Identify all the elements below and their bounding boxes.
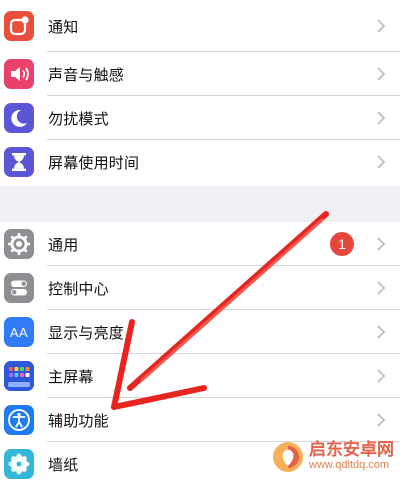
watermark-logo-icon: [273, 442, 303, 472]
gear-icon: [4, 229, 34, 259]
chevron-right-icon: [377, 19, 386, 33]
settings-row-control-center[interactable]: 控制中心: [0, 266, 400, 310]
home-screen-icon: [4, 361, 34, 391]
moon-icon: [4, 103, 34, 133]
notification-badge: 1: [330, 232, 354, 256]
chevron-right-icon: [377, 325, 386, 339]
chevron-right-icon: [377, 111, 386, 125]
settings-row-label: 通知: [48, 17, 79, 36]
settings-row-label: 显示与亮度: [48, 323, 125, 342]
settings-screen: 通知 声音与触感 勿扰模式 屏幕使用时间 通用 1 控制中心 AA 显示与亮度 …: [0, 0, 400, 480]
settings-group-notifications: 通知 声音与触感 勿扰模式 屏幕使用时间: [0, 0, 400, 186]
settings-row-label: 墙纸: [48, 455, 79, 474]
settings-row-label: 屏幕使用时间: [48, 153, 140, 172]
chevron-right-icon: [377, 67, 386, 81]
settings-row-home-screen[interactable]: 主屏幕: [0, 354, 400, 398]
toggles-icon: [4, 273, 34, 303]
chevron-right-icon: [377, 281, 386, 295]
hourglass-icon: [4, 147, 34, 177]
display-icon-text: AA: [9, 324, 29, 340]
settings-row-label: 控制中心: [48, 279, 109, 298]
settings-row-screen-time[interactable]: 屏幕使用时间: [0, 140, 400, 184]
settings-row-accessibility[interactable]: 辅助功能: [0, 398, 400, 442]
settings-row-general[interactable]: 通用 1: [0, 222, 400, 266]
watermark-text: 启东安卓网 www.qdltdq.com: [309, 440, 394, 472]
chevron-right-icon: [377, 155, 386, 169]
watermark-site-name: 启东安卓网: [309, 440, 394, 461]
notifications-icon: [4, 11, 34, 41]
chevron-right-icon: [377, 237, 386, 251]
site-watermark: 启东安卓网 www.qdltdq.com: [271, 440, 394, 474]
settings-row-label: 主屏幕: [48, 367, 94, 386]
settings-row-display-brightness[interactable]: AA 显示与亮度: [0, 310, 400, 354]
settings-row-label: 声音与触感: [48, 65, 125, 84]
wallpaper-icon: [4, 449, 34, 479]
chevron-right-icon: [377, 369, 386, 383]
display-icon: AA: [4, 317, 34, 347]
accessibility-icon: [4, 405, 34, 435]
chevron-right-icon: [377, 413, 386, 427]
settings-row-label: 辅助功能: [48, 411, 109, 430]
settings-row-do-not-disturb[interactable]: 勿扰模式: [0, 96, 400, 140]
settings-row-sounds[interactable]: 声音与触感: [0, 52, 400, 96]
sound-icon: [4, 59, 34, 89]
settings-row-notifications[interactable]: 通知: [0, 0, 400, 52]
settings-row-label: 通用: [48, 235, 79, 254]
settings-row-label: 勿扰模式: [48, 109, 109, 128]
watermark-site-url: www.qdltdq.com: [309, 459, 390, 472]
